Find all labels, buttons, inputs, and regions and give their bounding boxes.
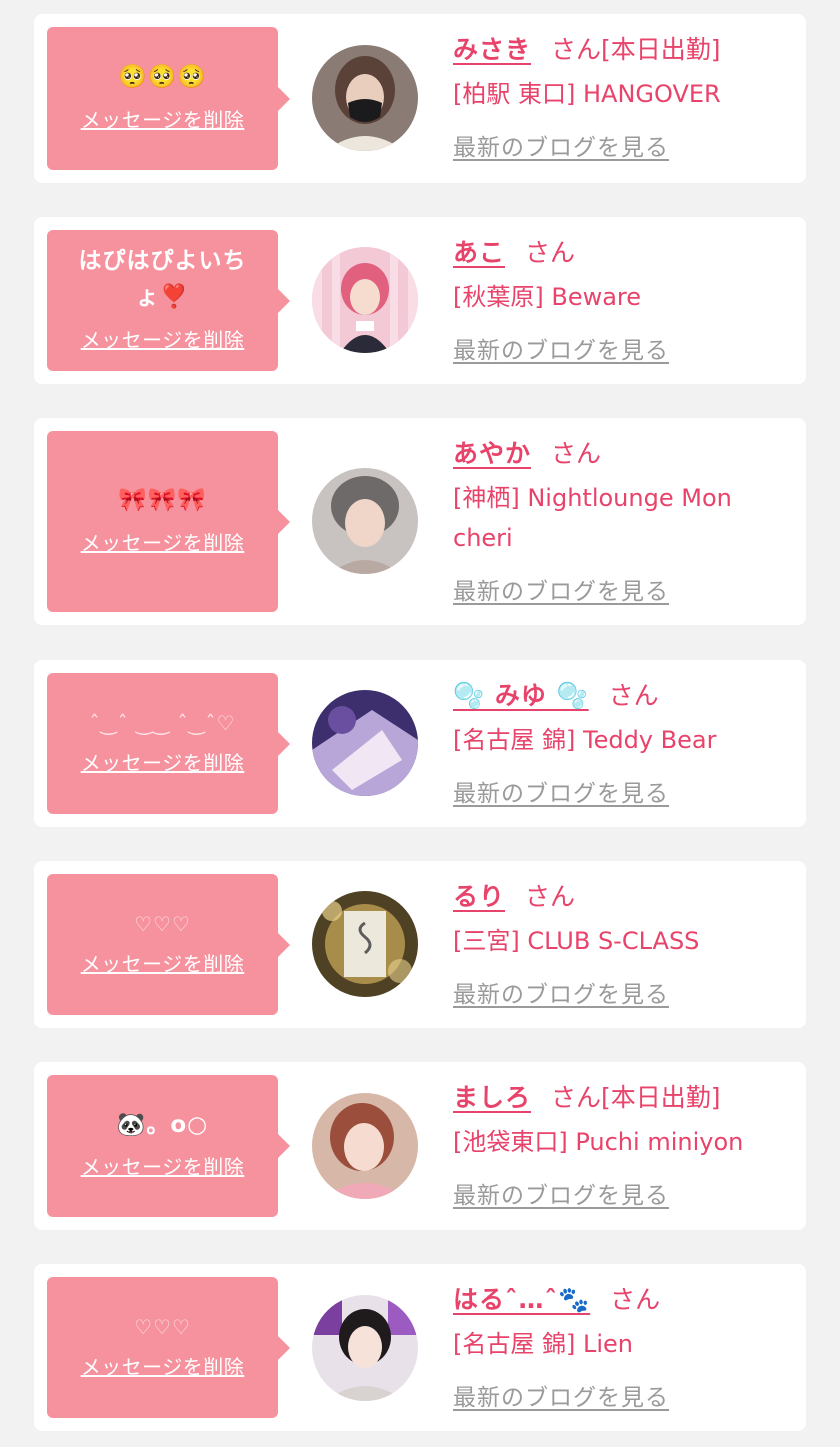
message-text: ♡♡♡ xyxy=(134,911,191,936)
avatar[interactable] xyxy=(312,891,418,997)
cast-name-line: 🫧 みゆ 🫧 さん xyxy=(453,676,798,716)
cast-card: ♡♡♡ メッセージを削除 るり さん [三宮] CLUB S-CLASS 最新のブ… xyxy=(34,861,806,1028)
message-bubble: はぴはぴよいちょ❣️ メッセージを削除 xyxy=(47,230,290,371)
message-bubble: 🐼。o○ メッセージを削除 xyxy=(47,1075,290,1217)
delete-message-link[interactable]: メッセージを削除 xyxy=(81,324,245,353)
cast-name-link[interactable]: 🫧 みゆ 🫧 xyxy=(453,681,589,710)
cast-info: ましろ さん[本日出勤] [池袋東口] Puchi miniyon 最新のブログを… xyxy=(453,1078,798,1210)
latest-blog-link[interactable]: 最新のブログを見る xyxy=(453,572,669,606)
cast-name-link[interactable]: るり xyxy=(453,882,505,911)
avatar[interactable] xyxy=(312,468,418,574)
message-bubble: 🥺🥺🥺 メッセージを削除 xyxy=(47,27,290,170)
cast-card: 🎀🎀🎀 メッセージを削除 あやか さん [神栖] Nightlounge Mon … xyxy=(34,418,806,625)
message-text: ˆ‿ˆ ‿‿ ˆ‿ˆ♡ xyxy=(89,710,236,735)
cast-name-link[interactable]: みさき xyxy=(453,35,531,64)
cast-name-link[interactable]: あやか xyxy=(453,439,531,468)
honorific: さん xyxy=(525,882,576,911)
latest-blog-link[interactable]: 最新のブログを見る xyxy=(453,1176,669,1210)
cast-info: 🫧 みゆ 🫧 さん [名古屋 錦] Teddy Bear 最新のブログを見る xyxy=(453,676,798,808)
work-today-tag: [本日出勤] xyxy=(601,1083,721,1112)
message-text: はぴはぴよいちょ❣️ xyxy=(78,248,247,310)
cast-card: ♡♡♡ メッセージを削除 はるˆ…ˆ🐾 さん [名古屋 錦] Lien 最新のブロ… xyxy=(34,1264,806,1431)
honorific: さん xyxy=(525,238,576,267)
honorific: さん xyxy=(608,681,659,710)
message-bubble: ˆ‿ˆ ‿‿ ˆ‿ˆ♡ メッセージを削除 xyxy=(47,673,290,814)
honorific: さん xyxy=(551,439,602,468)
shop-name: [名古屋 錦] Lien xyxy=(453,1330,633,1358)
delete-message-link[interactable]: メッセージを削除 xyxy=(81,747,245,776)
message-bubble: 🎀🎀🎀 メッセージを削除 xyxy=(47,431,290,612)
avatar[interactable] xyxy=(312,45,418,151)
avatar[interactable] xyxy=(312,247,418,353)
delete-message-link[interactable]: メッセージを削除 xyxy=(81,1351,245,1380)
cast-card: 🐼。o○ メッセージを削除 ましろ さん[本日出勤] [池袋東口] Puchi m… xyxy=(34,1062,806,1230)
cast-name-line: はるˆ…ˆ🐾 さん xyxy=(453,1280,798,1320)
shop-name: [池袋東口] Puchi miniyon xyxy=(453,1128,744,1156)
favorite-cast-list: 🥺🥺🥺 メッセージを削除 みさき さん[本日出勤] [柏駅 東口] HANGOVE… xyxy=(0,0,840,1447)
cast-info: あこ さん [秋葉原] Beware 最新のブログを見る xyxy=(453,233,798,365)
latest-blog-link[interactable]: 最新のブログを見る xyxy=(453,1378,669,1412)
message-text: 🎀🎀🎀 xyxy=(118,487,207,514)
avatar[interactable] xyxy=(312,690,418,796)
cast-card: ˆ‿ˆ ‿‿ ˆ‿ˆ♡ メッセージを削除 🫧 みゆ 🫧 さん [名古屋 錦] Te… xyxy=(34,660,806,827)
latest-blog-link[interactable]: 最新のブログを見る xyxy=(453,331,669,365)
message-text: 🐼。o○ xyxy=(116,1111,209,1138)
honorific: さん xyxy=(551,35,602,64)
cast-name-link[interactable]: はるˆ…ˆ🐾 xyxy=(453,1285,590,1314)
avatar[interactable] xyxy=(312,1093,418,1199)
avatar[interactable] xyxy=(312,1295,418,1401)
shop-name: [秋葉原] Beware xyxy=(453,283,642,311)
delete-message-link[interactable]: メッセージを削除 xyxy=(81,104,245,133)
latest-blog-link[interactable]: 最新のブログを見る xyxy=(453,774,669,808)
message-bubble: ♡♡♡ メッセージを削除 xyxy=(47,1277,290,1418)
cast-name-line: るり さん xyxy=(453,877,798,917)
cast-card: 🥺🥺🥺 メッセージを削除 みさき さん[本日出勤] [柏駅 東口] HANGOVE… xyxy=(34,14,806,183)
latest-blog-link[interactable]: 最新のブログを見る xyxy=(453,128,669,162)
delete-message-link[interactable]: メッセージを削除 xyxy=(81,527,245,556)
cast-name-line: あこ さん xyxy=(453,233,798,273)
delete-message-link[interactable]: メッセージを削除 xyxy=(81,1151,245,1180)
work-today-tag: [本日出勤] xyxy=(601,35,721,64)
cast-info: みさき さん[本日出勤] [柏駅 東口] HANGOVER 最新のブログを見る xyxy=(453,30,798,162)
cast-info: はるˆ…ˆ🐾 さん [名古屋 錦] Lien 最新のブログを見る xyxy=(453,1280,798,1412)
cast-name-line: ましろ さん[本日出勤] xyxy=(453,1078,798,1118)
latest-blog-link[interactable]: 最新のブログを見る xyxy=(453,975,669,1009)
delete-message-link[interactable]: メッセージを削除 xyxy=(81,948,245,977)
honorific: さん xyxy=(610,1285,661,1314)
message-text: ♡♡♡ xyxy=(134,1314,191,1339)
message-text: 🥺🥺🥺 xyxy=(118,64,207,91)
honorific: さん xyxy=(551,1083,602,1112)
message-bubble: ♡♡♡ メッセージを削除 xyxy=(47,874,290,1015)
shop-name: [神栖] Nightlounge Mon cheri xyxy=(453,484,732,552)
shop-name: [三宮] CLUB S-CLASS xyxy=(453,927,700,955)
cast-card: はぴはぴよいちょ❣️ メッセージを削除 あこ さん [秋葉原] Beware 最新… xyxy=(34,217,806,384)
shop-name: [柏駅 東口] HANGOVER xyxy=(453,80,721,108)
cast-name-line: みさき さん[本日出勤] xyxy=(453,30,798,70)
cast-name-line: あやか さん xyxy=(453,434,798,474)
cast-name-link[interactable]: ましろ xyxy=(453,1083,531,1112)
cast-info: あやか さん [神栖] Nightlounge Mon cheri 最新のブログを… xyxy=(453,434,798,606)
shop-name: [名古屋 錦] Teddy Bear xyxy=(453,726,717,754)
cast-info: るり さん [三宮] CLUB S-CLASS 最新のブログを見る xyxy=(453,877,798,1009)
cast-name-link[interactable]: あこ xyxy=(453,238,505,267)
